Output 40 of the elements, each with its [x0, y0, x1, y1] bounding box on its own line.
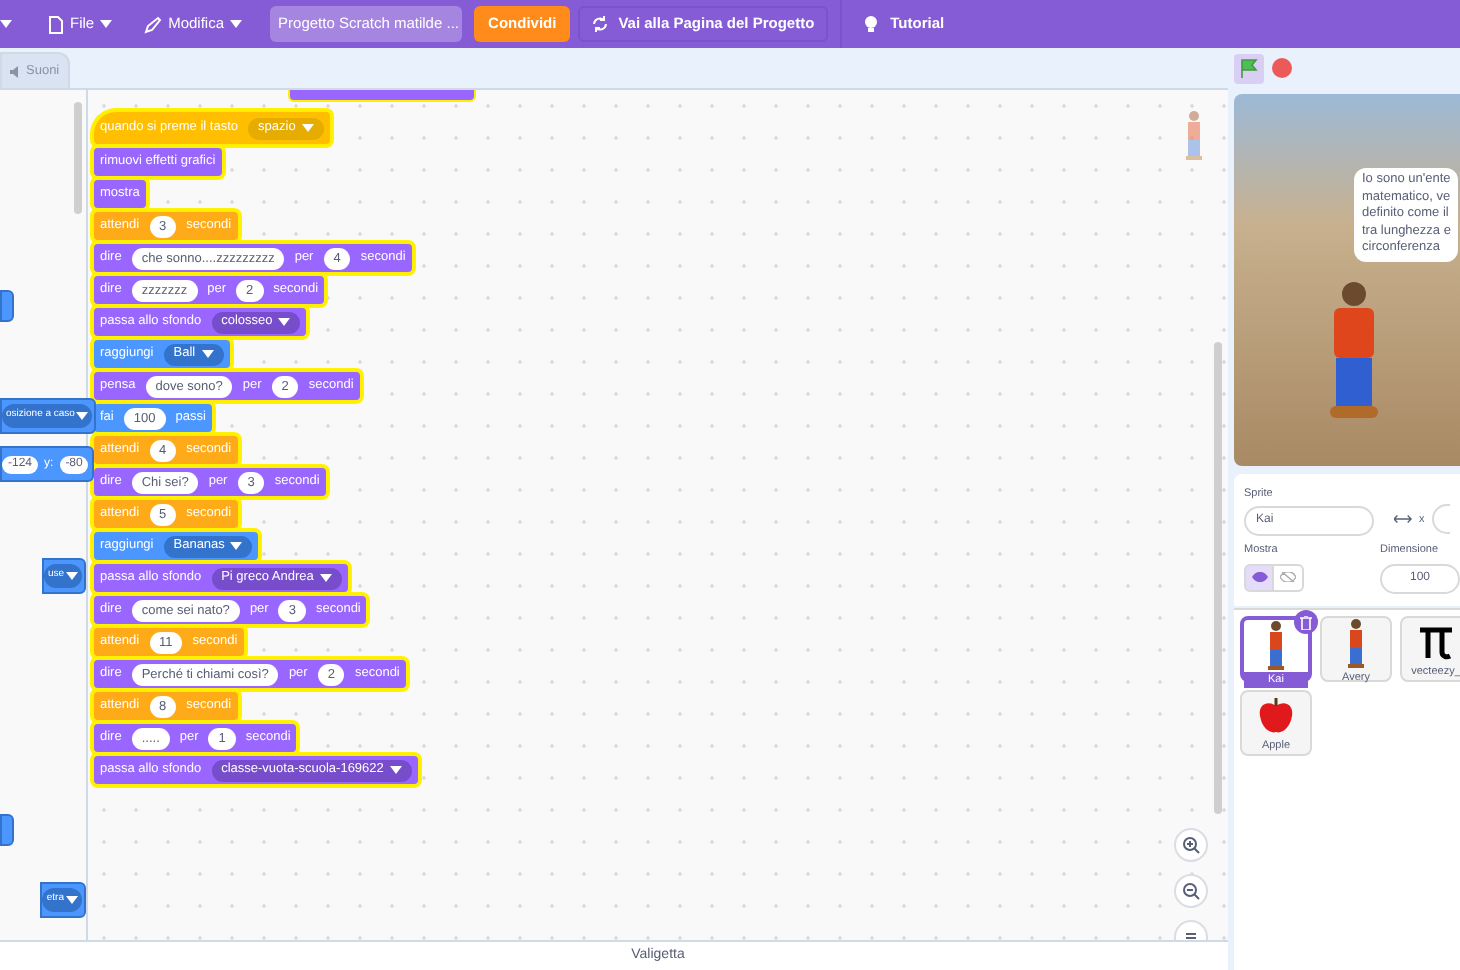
- caret-icon: [0, 20, 12, 28]
- palette-block[interactable]: [0, 814, 14, 846]
- person-figure-icon: [1346, 618, 1366, 670]
- caret-icon: [301, 124, 314, 132]
- caret-icon: [66, 572, 78, 580]
- caret-icon: [278, 318, 291, 326]
- caret-icon: [319, 574, 332, 582]
- reset-zoom-button[interactable]: [1174, 920, 1208, 940]
- scrollbar: [74, 102, 82, 214]
- eye-icon: [1251, 572, 1267, 582]
- flag-icon: [1240, 58, 1258, 78]
- caret-icon: [66, 896, 78, 904]
- horizontal-arrows-icon: [1394, 514, 1412, 525]
- zoom-out-icon: [1182, 882, 1200, 900]
- palette-block[interactable]: [0, 290, 14, 322]
- speaker-icon: [10, 65, 22, 77]
- stop-button[interactable]: [1272, 58, 1292, 78]
- start-button[interactable]: [1234, 53, 1264, 83]
- zoom-in-icon: [1182, 836, 1200, 854]
- delete-button[interactable]: [1294, 610, 1318, 634]
- apple-icon: [1256, 695, 1296, 735]
- caret-icon: [230, 20, 243, 28]
- file-icon: [48, 15, 64, 33]
- caret-icon: [201, 350, 214, 358]
- x-field[interactable]: [1432, 504, 1450, 535]
- sprite-preview-icon: [1184, 110, 1204, 162]
- eye-slash-icon: [1280, 572, 1296, 582]
- caret-icon: [389, 766, 402, 774]
- zoom-out-button[interactable]: [1174, 874, 1208, 908]
- caret-icon: [76, 412, 89, 420]
- show-button[interactable]: [1244, 563, 1274, 591]
- caret-icon: [100, 20, 113, 28]
- caret-icon: [230, 542, 243, 550]
- pencil-icon: [144, 15, 163, 33]
- arrows-icon: [592, 16, 609, 32]
- lightbulb-icon: [862, 14, 881, 34]
- equals-icon: [1186, 932, 1196, 940]
- trash-icon: [1300, 615, 1312, 629]
- person-figure-icon: [1266, 620, 1286, 672]
- zoom-in-button[interactable]: [1174, 828, 1208, 862]
